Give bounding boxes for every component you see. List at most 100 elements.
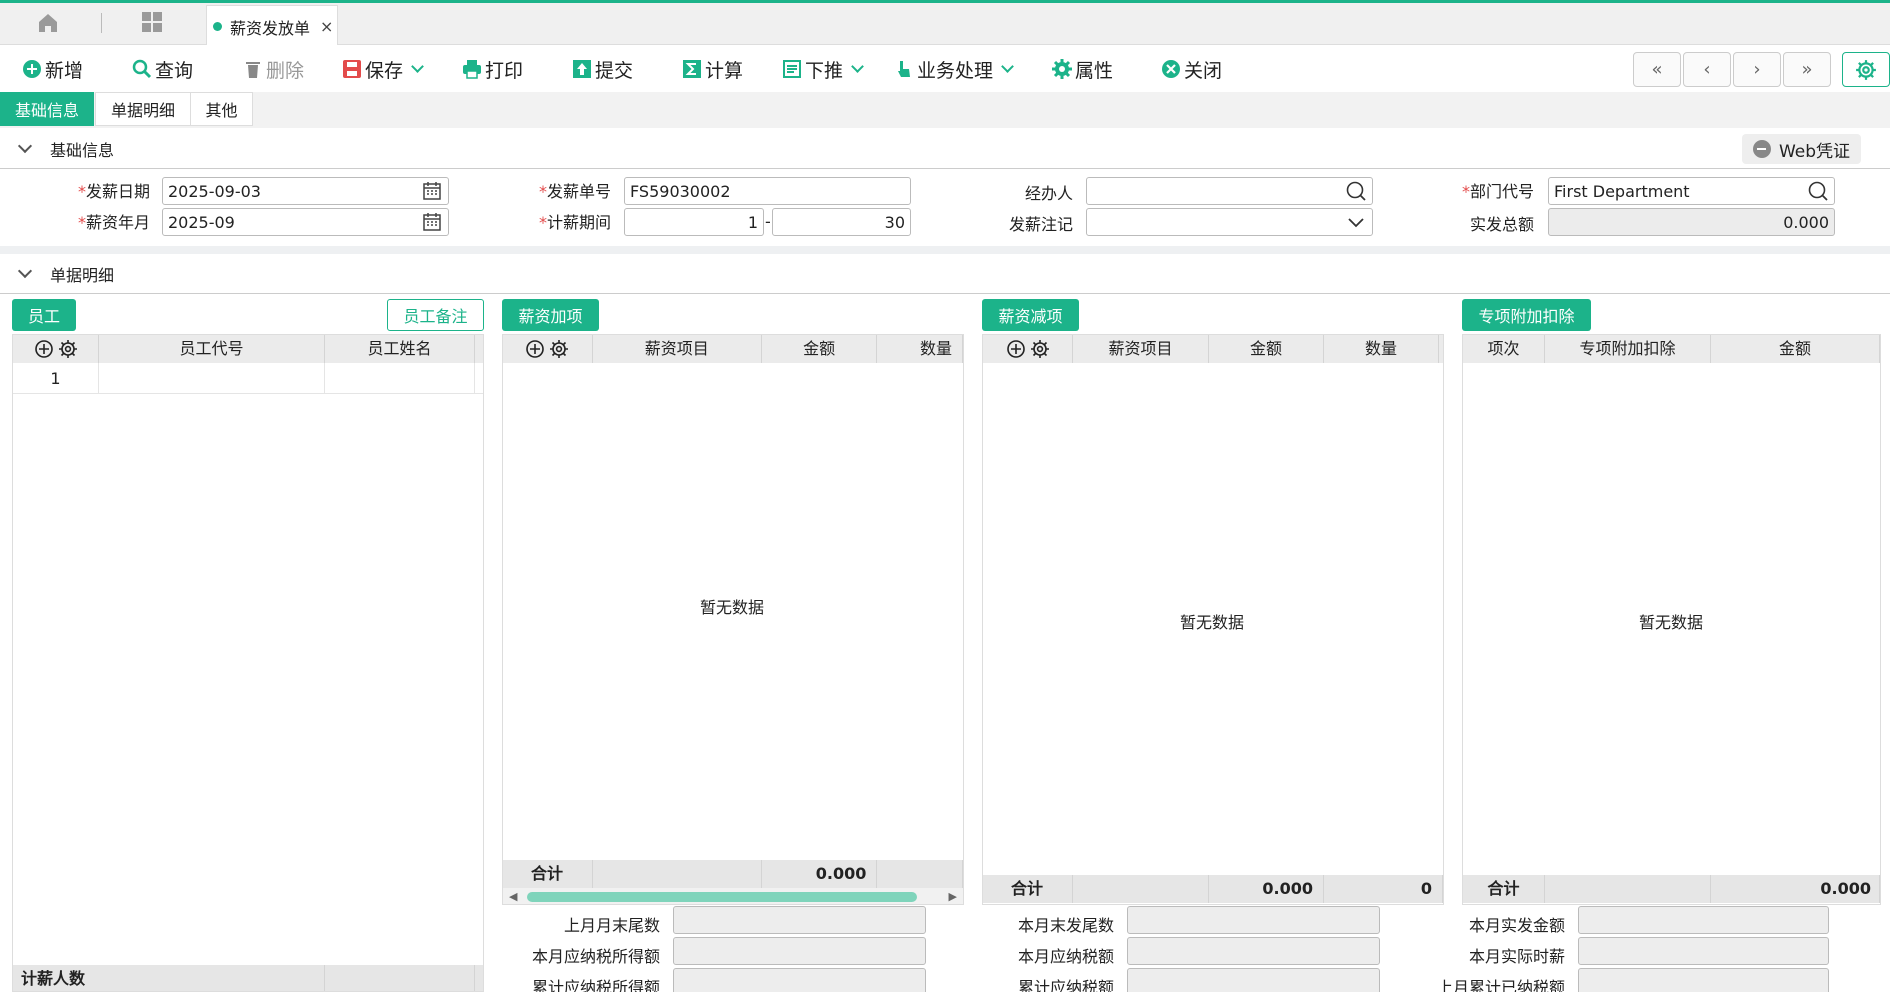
section-detail-header[interactable]: 单据明细	[0, 254, 1890, 294]
tab-payroll-slip[interactable]: 薪资发放单 ×	[206, 5, 338, 47]
scrollbar-thumb[interactable]	[527, 892, 917, 902]
close-tab-icon[interactable]: ×	[320, 17, 333, 36]
chevron-down-icon[interactable]	[851, 60, 864, 73]
count-label: 计薪人数	[13, 965, 325, 991]
total-label: 实发总额	[1469, 215, 1534, 234]
last-month-tail-field[interactable]	[673, 906, 926, 934]
next-record-button[interactable]: ›	[1733, 52, 1781, 87]
search-icon[interactable]	[1807, 180, 1829, 202]
row-employee-name[interactable]	[325, 363, 475, 393]
sum-amount: 0.000	[1209, 875, 1324, 903]
subtab-bar: 基础信息 单据明细 其他	[0, 92, 1890, 128]
save-button[interactable]: 保存	[342, 55, 424, 83]
close-button[interactable]: 关闭	[1161, 55, 1222, 83]
cumulative-taxable-income-field[interactable]	[673, 968, 926, 992]
employee-note-button[interactable]: 员工备注	[387, 299, 484, 331]
special-deduction-grid: 项次 专项附加扣除 金额 暂无数据 合计 0.000	[1462, 334, 1881, 905]
calendar-icon[interactable]	[421, 211, 443, 233]
bill-no-label: *发薪单号	[538, 182, 611, 201]
additions-sum-row: 合计 0.000	[503, 860, 963, 888]
delete-button[interactable]: 删除	[243, 55, 304, 83]
home-icon[interactable]	[36, 11, 60, 35]
last-record-button[interactable]: »	[1783, 52, 1831, 87]
chevron-down-icon[interactable]	[411, 60, 424, 73]
prev-cumulative-tax-field[interactable]	[1578, 968, 1829, 992]
additions-grid: 薪资项目 金额 数量 暂无数据 合计 0.000 ◀ ▶	[502, 334, 964, 905]
bill-no-field[interactable]: FS59030002	[624, 177, 911, 205]
add-row-icon[interactable]	[1006, 339, 1026, 359]
col-amount[interactable]: 金额	[1711, 335, 1880, 363]
chevron-down-icon[interactable]	[1001, 60, 1014, 73]
subtab-detail[interactable]: 单据明细	[95, 92, 191, 126]
grid-settings-icon[interactable]	[58, 339, 78, 359]
chevron-down-icon[interactable]	[1345, 211, 1367, 233]
pay-date-field[interactable]: 2025-09-03	[162, 177, 449, 205]
table-row[interactable]: 1	[13, 363, 483, 394]
grid-settings-icon[interactable]	[549, 339, 569, 359]
month-end-tail-field[interactable]	[1127, 906, 1380, 934]
query-button[interactable]: 查询	[132, 55, 193, 83]
submit-button[interactable]: 提交	[572, 55, 633, 83]
period-from-field[interactable]: 1	[624, 208, 764, 236]
apps-grid-icon[interactable]	[141, 11, 163, 33]
col-employee-name[interactable]: 员工姓名	[325, 335, 475, 363]
gear-icon	[1052, 59, 1072, 79]
business-process-button[interactable]: 业务处理	[894, 55, 1014, 83]
grid-settings-icon[interactable]	[1030, 339, 1050, 359]
hourly-wage-field[interactable]	[1578, 937, 1829, 965]
handler-field[interactable]	[1086, 177, 1373, 205]
add-row-icon[interactable]	[34, 339, 54, 359]
cumulative-tax-field[interactable]	[1127, 968, 1380, 992]
print-button[interactable]: 打印	[462, 55, 523, 83]
subtab-basic-info[interactable]: 基础信息	[0, 92, 94, 126]
row-employee-code[interactable]	[99, 363, 325, 393]
search-icon[interactable]	[1345, 180, 1367, 202]
net-pay-field[interactable]	[1578, 906, 1829, 934]
new-button[interactable]: 新增	[22, 55, 83, 83]
additions-button[interactable]: 薪资加项	[502, 299, 599, 331]
monthly-tax-field[interactable]	[1127, 937, 1380, 965]
add-row-icon[interactable]	[525, 339, 545, 359]
minus-circle-icon	[1752, 140, 1771, 158]
settings-button[interactable]	[1842, 52, 1890, 87]
prev-cumulative-tax-label: 上月累计已纳税额	[1436, 978, 1565, 992]
monthly-tax-label: 本月应纳税额	[1017, 947, 1114, 966]
last-month-tail-label: 上月月末尾数	[563, 916, 660, 935]
horizontal-scrollbar[interactable]: ◀ ▶	[503, 888, 963, 904]
section-basic-header[interactable]: 基础信息	[0, 129, 1890, 169]
web-voucher-button[interactable]: Web凭证	[1742, 134, 1861, 164]
col-salary-item[interactable]: 薪资项目	[593, 335, 762, 363]
dept-field[interactable]: First Department	[1548, 177, 1835, 205]
subtab-other[interactable]: 其他	[190, 92, 253, 126]
first-record-button[interactable]: «	[1633, 52, 1681, 87]
col-amount[interactable]: 金额	[762, 335, 878, 363]
total-field: 0.000	[1548, 208, 1835, 236]
deductions-button[interactable]: 薪资减项	[982, 299, 1079, 331]
cumulative-taxable-income-label: 累计应纳税所得额	[531, 978, 660, 992]
pay-month-field[interactable]: 2025-09	[162, 208, 449, 236]
trash-icon	[243, 59, 263, 79]
col-salary-item[interactable]: 薪资项目	[1073, 335, 1209, 363]
col-amount[interactable]: 金额	[1209, 335, 1324, 363]
chevron-down-icon[interactable]	[17, 138, 33, 153]
count-value	[325, 965, 475, 991]
taxable-income-field[interactable]	[673, 937, 926, 965]
special-deduction-button[interactable]: 专项附加扣除	[1462, 299, 1591, 331]
period-to-field[interactable]: 30	[772, 208, 911, 236]
col-quantity[interactable]: 数量	[877, 335, 963, 363]
remark-select[interactable]	[1086, 208, 1373, 236]
push-down-button[interactable]: 下推	[782, 55, 864, 83]
properties-button[interactable]: 属性	[1052, 55, 1113, 83]
col-quantity[interactable]: 数量	[1324, 335, 1439, 363]
calculate-button[interactable]: 计算	[682, 55, 743, 83]
col-employee-code[interactable]: 员工代号	[99, 335, 325, 363]
col-special-deduction[interactable]: 专项附加扣除	[1545, 335, 1711, 363]
calendar-icon[interactable]	[421, 180, 443, 202]
scroll-right-icon[interactable]: ▶	[949, 890, 957, 903]
employees-button[interactable]: 员工	[12, 299, 76, 331]
scroll-left-icon[interactable]: ◀	[509, 890, 517, 903]
col-item-no[interactable]: 项次	[1463, 335, 1545, 363]
employee-grid: 员工代号 员工姓名 1 计薪人数	[12, 334, 484, 992]
prev-record-button[interactable]: ‹	[1683, 52, 1731, 87]
chevron-down-icon[interactable]	[17, 263, 33, 278]
